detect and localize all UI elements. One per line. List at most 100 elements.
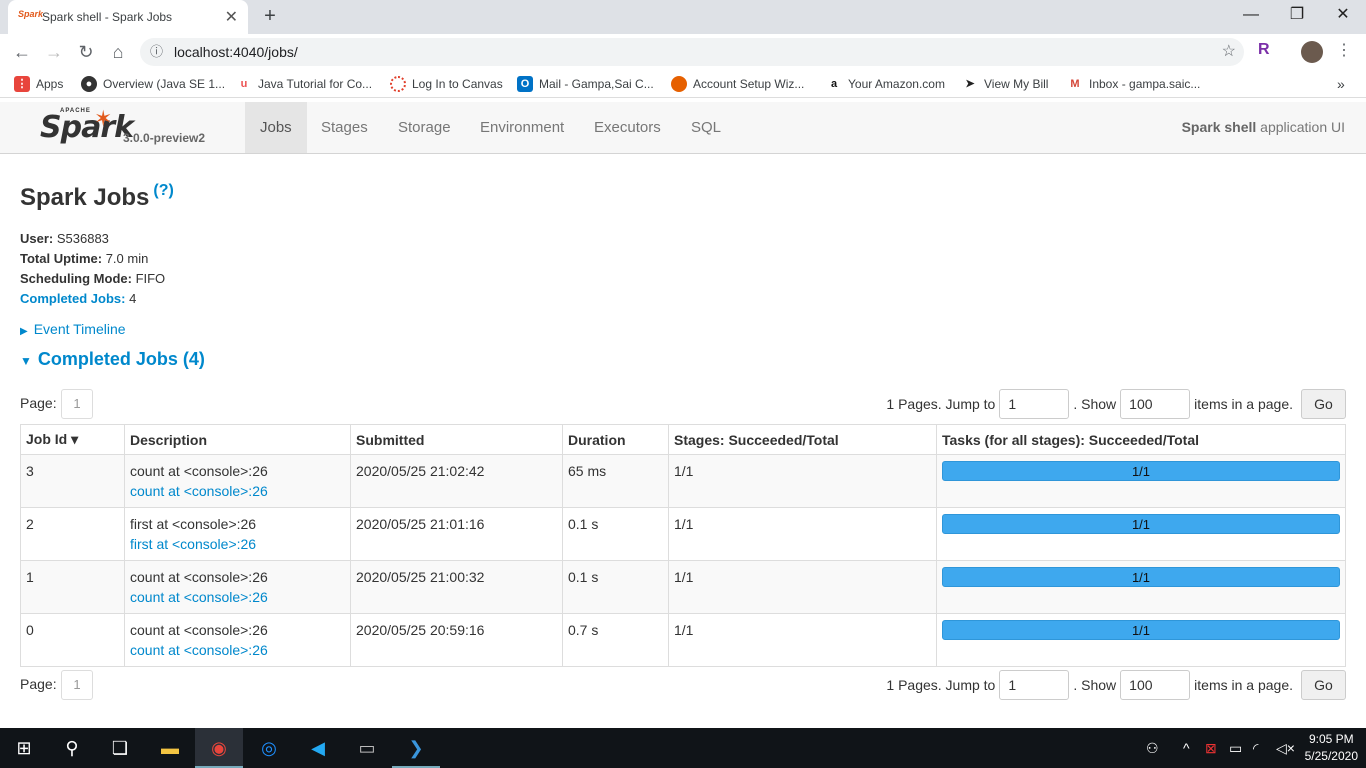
extension-r-icon[interactable]: R	[1258, 41, 1270, 59]
jump-to-input[interactable]	[999, 670, 1070, 700]
bookmark-item[interactable]: ➤ View My Bill	[962, 76, 1048, 92]
nav-storage[interactable]: Storage	[383, 102, 466, 153]
windows-start-icon[interactable]: ⊞	[0, 728, 48, 768]
bookmark-item[interactable]: M Inbox - gampa.saic...	[1067, 76, 1200, 92]
home-icon[interactable]: ⌂	[104, 39, 132, 65]
table-row: 2 first at <console>:26 first at <console…	[20, 507, 1346, 561]
apps-grid-icon: ⋮	[14, 76, 30, 92]
nav-sql[interactable]: SQL	[676, 102, 736, 153]
firefox-taskbar-icon[interactable]: ◎	[245, 728, 293, 768]
cell-job-id: 2	[20, 507, 125, 561]
event-timeline-toggle[interactable]: ▶ Event Timeline	[20, 321, 126, 337]
spark-logo[interactable]: APACHE Spark ✶ 3.0.0-preview2	[40, 106, 240, 152]
go-button[interactable]: Go	[1301, 389, 1346, 419]
profile-avatar[interactable]	[1301, 41, 1323, 63]
task-progress-bar: 1/1	[942, 567, 1340, 587]
tray-chevron-icon[interactable]: ^	[1183, 728, 1190, 768]
minimize-icon[interactable]: —	[1228, 0, 1274, 32]
bookmark-item[interactable]: a Your Amazon.com	[826, 76, 945, 92]
bookmark-item[interactable]: ● Overview (Java SE 1...	[81, 76, 225, 92]
page-size-input[interactable]	[1120, 670, 1191, 700]
completed-jobs-header[interactable]: ▼ Completed Jobs (4)	[20, 349, 205, 370]
bookmark-star-icon[interactable]: ☆	[1222, 38, 1236, 66]
table-header-row: Job Id ▾ Description Submitted Duration …	[20, 424, 1346, 455]
people-icon[interactable]: ⚇	[1146, 728, 1159, 768]
summary-value: 4	[125, 291, 137, 306]
forward-icon[interactable]: →	[40, 39, 68, 65]
browser-tab-strip: Spark Spark shell - Spark Jobs ✕ + — ❐ ✕	[0, 0, 1366, 34]
restore-icon[interactable]: ❐	[1274, 0, 1320, 32]
back-icon[interactable]: ←	[8, 39, 36, 65]
caret-right-icon: ▶	[20, 326, 28, 337]
browser-tab[interactable]: Spark Spark shell - Spark Jobs ✕	[8, 0, 248, 34]
file-explorer-icon[interactable]: ▬	[146, 728, 194, 768]
reload-icon[interactable]: ↻	[72, 39, 100, 65]
chrome-icon[interactable]: ◉	[195, 728, 243, 768]
nav-environment[interactable]: Environment	[465, 102, 579, 153]
bookmark-label: Log In to Canvas	[412, 77, 503, 91]
header-duration[interactable]: Duration	[562, 424, 669, 455]
summary-uptime: Total Uptime: 7.0 min	[20, 251, 148, 266]
page-size-input[interactable]	[1120, 389, 1191, 419]
address-bar[interactable]: ⓘ localhost:4040/jobs/ ☆	[140, 38, 1244, 66]
bookmarks-overflow-icon[interactable]: »	[1337, 76, 1345, 92]
go-button[interactable]: Go	[1301, 670, 1346, 700]
help-link[interactable]: (?)	[153, 182, 173, 199]
new-tab-icon[interactable]: +	[258, 4, 282, 28]
summary-user: User: S536883	[20, 231, 109, 246]
volume-muted-icon[interactable]: ◁×	[1276, 728, 1295, 768]
terminal-icon[interactable]: ▭	[343, 728, 391, 768]
bookmark-label: Mail - Gampa,Sai C...	[539, 77, 654, 91]
table-row: 0 count at <console>:26 count at <console…	[20, 613, 1346, 667]
search-icon[interactable]: ⚲	[48, 728, 96, 768]
cell-submitted: 2020/05/25 21:02:42	[350, 454, 563, 508]
job-link[interactable]: first at <console>:26	[130, 536, 256, 552]
logo-spark-text: Spark	[40, 110, 134, 145]
task-progress-bar: 1/1	[942, 620, 1340, 640]
header-submitted[interactable]: Submitted	[350, 424, 563, 455]
cell-tasks: 1/1	[936, 613, 1346, 667]
jump-to-input[interactable]	[999, 389, 1070, 419]
bookmark-item[interactable]: Account Setup Wiz...	[671, 76, 804, 92]
spark-navbar: APACHE Spark ✶ 3.0.0-preview2 Jobs Stage…	[0, 102, 1366, 154]
bookmark-item[interactable]: O Mail - Gampa,Sai C...	[517, 76, 654, 92]
app-name: Spark shell	[1181, 119, 1257, 135]
table-row: 3 count at <console>:26 count at <console…	[20, 454, 1346, 508]
bookmark-apps[interactable]: ⋮ Apps	[14, 76, 63, 92]
job-link[interactable]: count at <console>:26	[130, 483, 268, 499]
task-view-icon[interactable]: ❏	[96, 728, 144, 768]
close-window-icon[interactable]: ✕	[1320, 0, 1366, 32]
taskbar-clock[interactable]: 9:05 PM 5/25/2020	[1305, 731, 1358, 765]
nav-jobs[interactable]: Jobs	[245, 102, 307, 153]
job-link[interactable]: count at <console>:26	[130, 642, 268, 658]
job-link[interactable]: count at <console>:26	[130, 589, 268, 605]
wifi-icon[interactable]: ◜	[1253, 728, 1258, 768]
amazon-icon: a	[826, 76, 842, 92]
cell-stages: 1/1	[668, 613, 937, 667]
page-number-button[interactable]: 1	[61, 670, 93, 700]
header-job-id[interactable]: Job Id ▾	[20, 424, 125, 455]
menu-kebab-icon[interactable]: ⋮	[1336, 40, 1352, 60]
close-tab-icon[interactable]: ✕	[225, 7, 238, 27]
bookmark-item[interactable]: u Java Tutorial for Co...	[236, 76, 372, 92]
summary-label: Completed Jobs:	[20, 291, 126, 306]
page-number-button[interactable]: 1	[61, 389, 93, 419]
nav-executors[interactable]: Executors	[579, 102, 676, 153]
bookmarks-bar: ⋮ Apps ● Overview (Java SE 1... u Java T…	[0, 70, 1366, 98]
battery-icon[interactable]: ▭	[1229, 728, 1242, 768]
nav-stages[interactable]: Stages	[306, 102, 383, 153]
caret-down-icon: ▼	[20, 354, 32, 368]
cell-stages: 1/1	[668, 507, 937, 561]
pages-text: 1 Pages. Jump to	[886, 396, 996, 412]
jobs-table: Job Id ▾ Description Submitted Duration …	[20, 424, 1346, 667]
security-icon[interactable]: ⊠	[1205, 728, 1217, 768]
summary-completed-jobs[interactable]: Completed Jobs: 4	[20, 291, 136, 306]
bookmark-item[interactable]: Log In to Canvas	[390, 76, 503, 92]
header-description[interactable]: Description	[124, 424, 351, 455]
cell-job-id: 3	[20, 454, 125, 508]
completed-jobs-label: Completed Jobs (4)	[37, 349, 205, 369]
bookmark-label: Inbox - gampa.saic...	[1089, 77, 1201, 91]
powershell-icon[interactable]: ❯	[392, 728, 440, 768]
vscode-icon[interactable]: ◀	[294, 728, 342, 768]
cell-submitted: 2020/05/25 20:59:16	[350, 613, 563, 667]
